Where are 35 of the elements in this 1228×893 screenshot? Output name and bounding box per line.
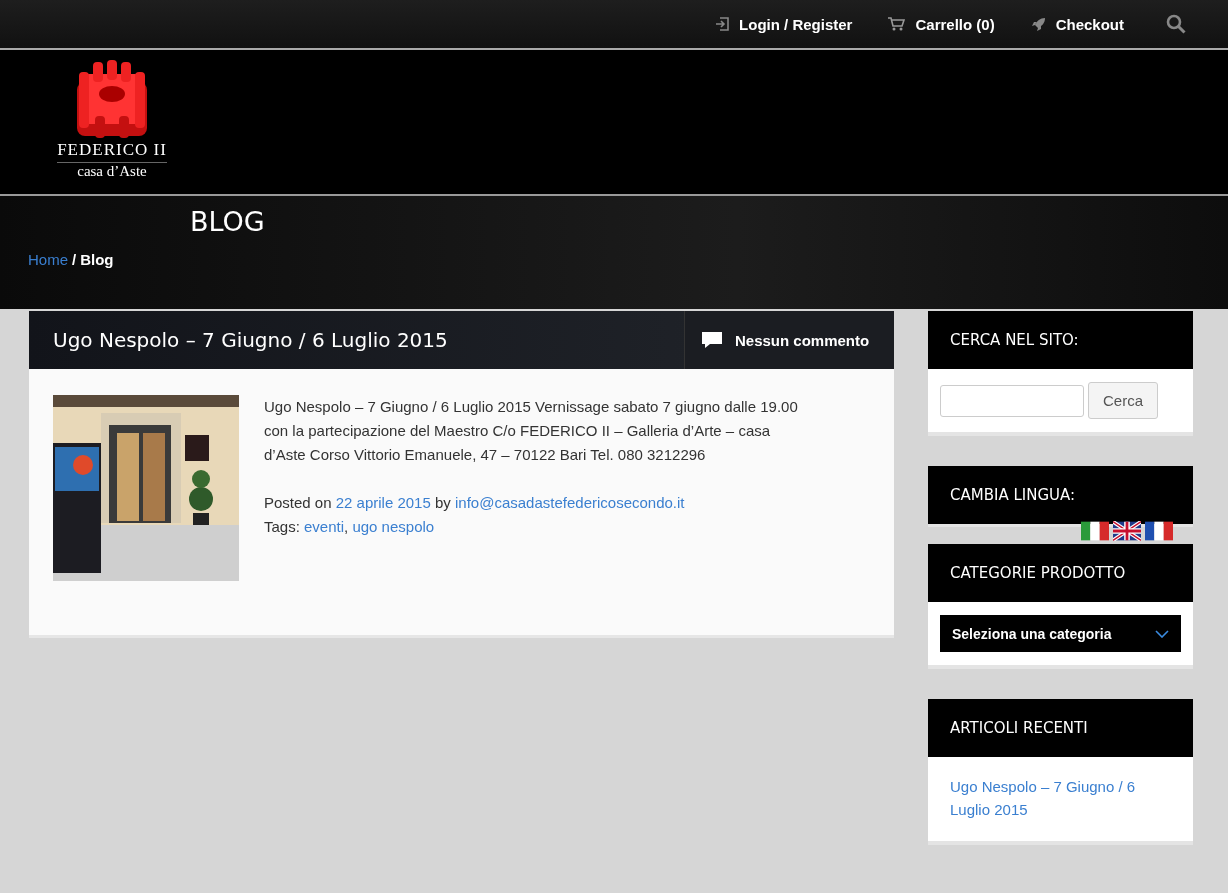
search-button[interactable]: Cerca	[1088, 382, 1158, 419]
post-title[interactable]: Ugo Nespolo – 7 Giugno / 6 Luglio 2015	[29, 311, 684, 369]
logo-subtitle: casa d’Aste	[77, 163, 147, 180]
widget-title: ARTICOLI RECENTI	[928, 699, 1193, 757]
post-tags: Tags: eventi, ugo nespolo	[264, 515, 809, 539]
france-flag-icon[interactable]	[1145, 521, 1173, 541]
tag-link[interactable]: ugo nespolo	[352, 518, 435, 535]
date-link[interactable]: 22 aprile 2015	[335, 494, 431, 511]
page-title: BLOG	[190, 206, 266, 237]
post-excerpt: Ugo Nespolo – 7 Giugno / 6 Luglio 2015 Vernissage sabato 7 giugno dalle 19.00 con la partecipazione del Maestro C/o FEDERICO II – Galleria d’Arte – casa d’Aste Corso Vittorio Emanuele, 47 – 70122 Bari Tel. 080 3212296	[264, 397, 799, 465]
post-meta: Posted on 22 aprile 2015 by info@casadastefedericosecondo.it	[264, 493, 686, 513]
logo-title: FEDERICO II	[57, 140, 167, 163]
search-icon[interactable]	[1166, 14, 1186, 34]
speech-bubble-icon	[701, 331, 723, 349]
widget-title: CERCA NEL SITO:	[928, 311, 1193, 369]
nav-link[interactable]: Carrello (0)	[888, 15, 995, 33]
chevron-down-icon	[1155, 629, 1169, 638]
widget-title: CATEGORIE PRODOTTO	[928, 544, 1193, 602]
comments-link[interactable]: Nessun commento	[684, 311, 894, 369]
category-dropdown[interactable]: Seleziona una categoria	[940, 615, 1181, 652]
breadcrumb-separator: /	[72, 251, 77, 268]
breadcrumb-current: Blog	[80, 251, 114, 268]
tag-link[interactable]: eventi	[304, 518, 345, 535]
widget-title: CAMBIA LINGUA:	[928, 466, 1193, 524]
rocket-icon	[1030, 16, 1046, 32]
nav-link[interactable]: Login / Register	[715, 15, 853, 33]
author-link[interactable]: info@casadastefedericosecondo.it	[455, 494, 685, 511]
login-icon	[715, 17, 730, 31]
search-field[interactable]	[940, 384, 1084, 417]
breadcrumb-link[interactable]: Home	[28, 251, 68, 268]
italy-flag-icon[interactable]	[1081, 521, 1109, 541]
recent-post-link[interactable]: Ugo Nespolo – 7 Giugno / 6 Luglio 2015	[950, 775, 1171, 821]
uk-flag-icon[interactable]	[1113, 521, 1141, 541]
cart-icon	[888, 17, 906, 31]
nav-link[interactable]: Checkout	[1030, 15, 1124, 33]
